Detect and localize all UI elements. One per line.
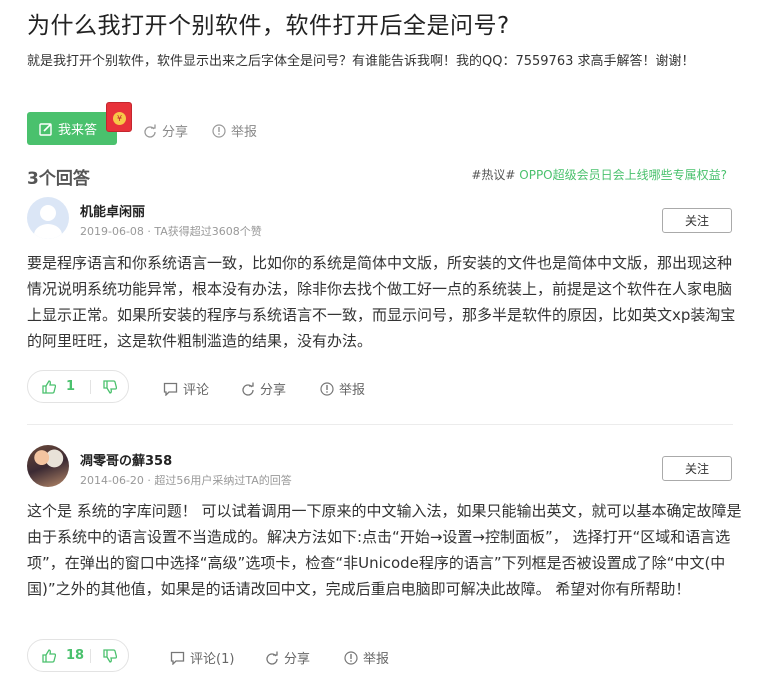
follow-button[interactable]: 关注	[662, 208, 732, 233]
share-button[interactable]: 分享	[265, 648, 310, 667]
comment-button[interactable]: 评论(1)	[170, 648, 234, 667]
thumb-up-icon	[42, 379, 56, 394]
thumb-up-icon	[42, 648, 56, 663]
share-icon	[265, 651, 279, 665]
downvote-button[interactable]	[91, 648, 117, 663]
question-title: 为什么我打开个别软件，软件打开后全是问号?	[27, 13, 510, 39]
share-label: 分享	[162, 125, 189, 140]
promo-banner[interactable]: #热议# OPPO超级会员日会上线哪些专属权益?	[471, 166, 727, 183]
answer-count: 3个回答	[27, 169, 90, 189]
comment-icon	[163, 382, 178, 396]
report-label: 举报	[231, 125, 258, 140]
red-packet-icon[interactable]: ¥	[106, 102, 132, 132]
answer-username[interactable]: 机能卓闲丽	[80, 201, 145, 220]
user-avatar[interactable]	[27, 197, 69, 239]
report-icon	[344, 650, 358, 665]
promo-tag: #热议#	[471, 168, 516, 182]
answer-meta: 2014-06-20 · 超过56用户采纳过TA的回答	[80, 474, 292, 487]
share-button[interactable]: 分享	[241, 379, 286, 398]
answer-username[interactable]: 凋零哥の蘚358	[80, 450, 172, 469]
thumb-down-icon	[103, 379, 117, 394]
promo-link[interactable]: OPPO超级会员日会上线哪些专属权益?	[519, 168, 727, 182]
answer-button[interactable]: 我来答	[27, 112, 117, 145]
share-label: 分享	[260, 383, 287, 398]
answer-text: 这个是 系统的字库问题！ 可以试着调用一下原来的中文输入法，如果只能输出英文，就…	[27, 502, 742, 598]
upvote-count: 1	[66, 379, 76, 394]
edit-icon	[39, 122, 53, 136]
question-description: 就是我打开个别软件，软件显示出来之后字体全是问号？有谁能告诉我啊！我的QQ：75…	[27, 54, 695, 69]
downvote-button[interactable]	[91, 379, 117, 394]
share-label: 分享	[284, 652, 311, 667]
report-icon	[212, 123, 226, 138]
comment-label: 评论(1)	[190, 652, 235, 667]
question-report-button[interactable]: 举报	[212, 121, 257, 140]
comment-button[interactable]: 评论	[163, 379, 209, 398]
report-button[interactable]: 举报	[320, 379, 365, 398]
follow-button[interactable]: 关注	[662, 456, 732, 481]
vote-control: 18	[27, 639, 129, 672]
answer-text: 要是程序语言和你系统语言一致，比如你的系统是简体中文版，所安装的文件也是简体中文…	[27, 254, 736, 350]
user-avatar[interactable]	[27, 445, 69, 487]
report-icon	[320, 381, 334, 396]
share-icon	[241, 382, 255, 396]
thumb-down-icon	[103, 648, 117, 663]
comment-label: 评论	[183, 383, 210, 398]
report-label: 举报	[339, 383, 366, 398]
answer-divider	[27, 424, 733, 425]
share-icon	[143, 124, 157, 138]
upvote-count: 18	[66, 648, 85, 663]
upvote-button[interactable]: 18	[28, 648, 90, 663]
report-label: 举报	[363, 652, 390, 667]
answer-meta: 2019-06-08 · TA获得超过3608个赞	[80, 225, 262, 238]
vote-control: 1	[27, 370, 129, 403]
upvote-button[interactable]: 1	[28, 379, 90, 394]
question-share-button[interactable]: 分享	[143, 121, 188, 140]
report-button[interactable]: 举报	[344, 648, 389, 667]
comment-icon	[170, 651, 185, 665]
answer-button-label: 我来答	[58, 123, 98, 138]
